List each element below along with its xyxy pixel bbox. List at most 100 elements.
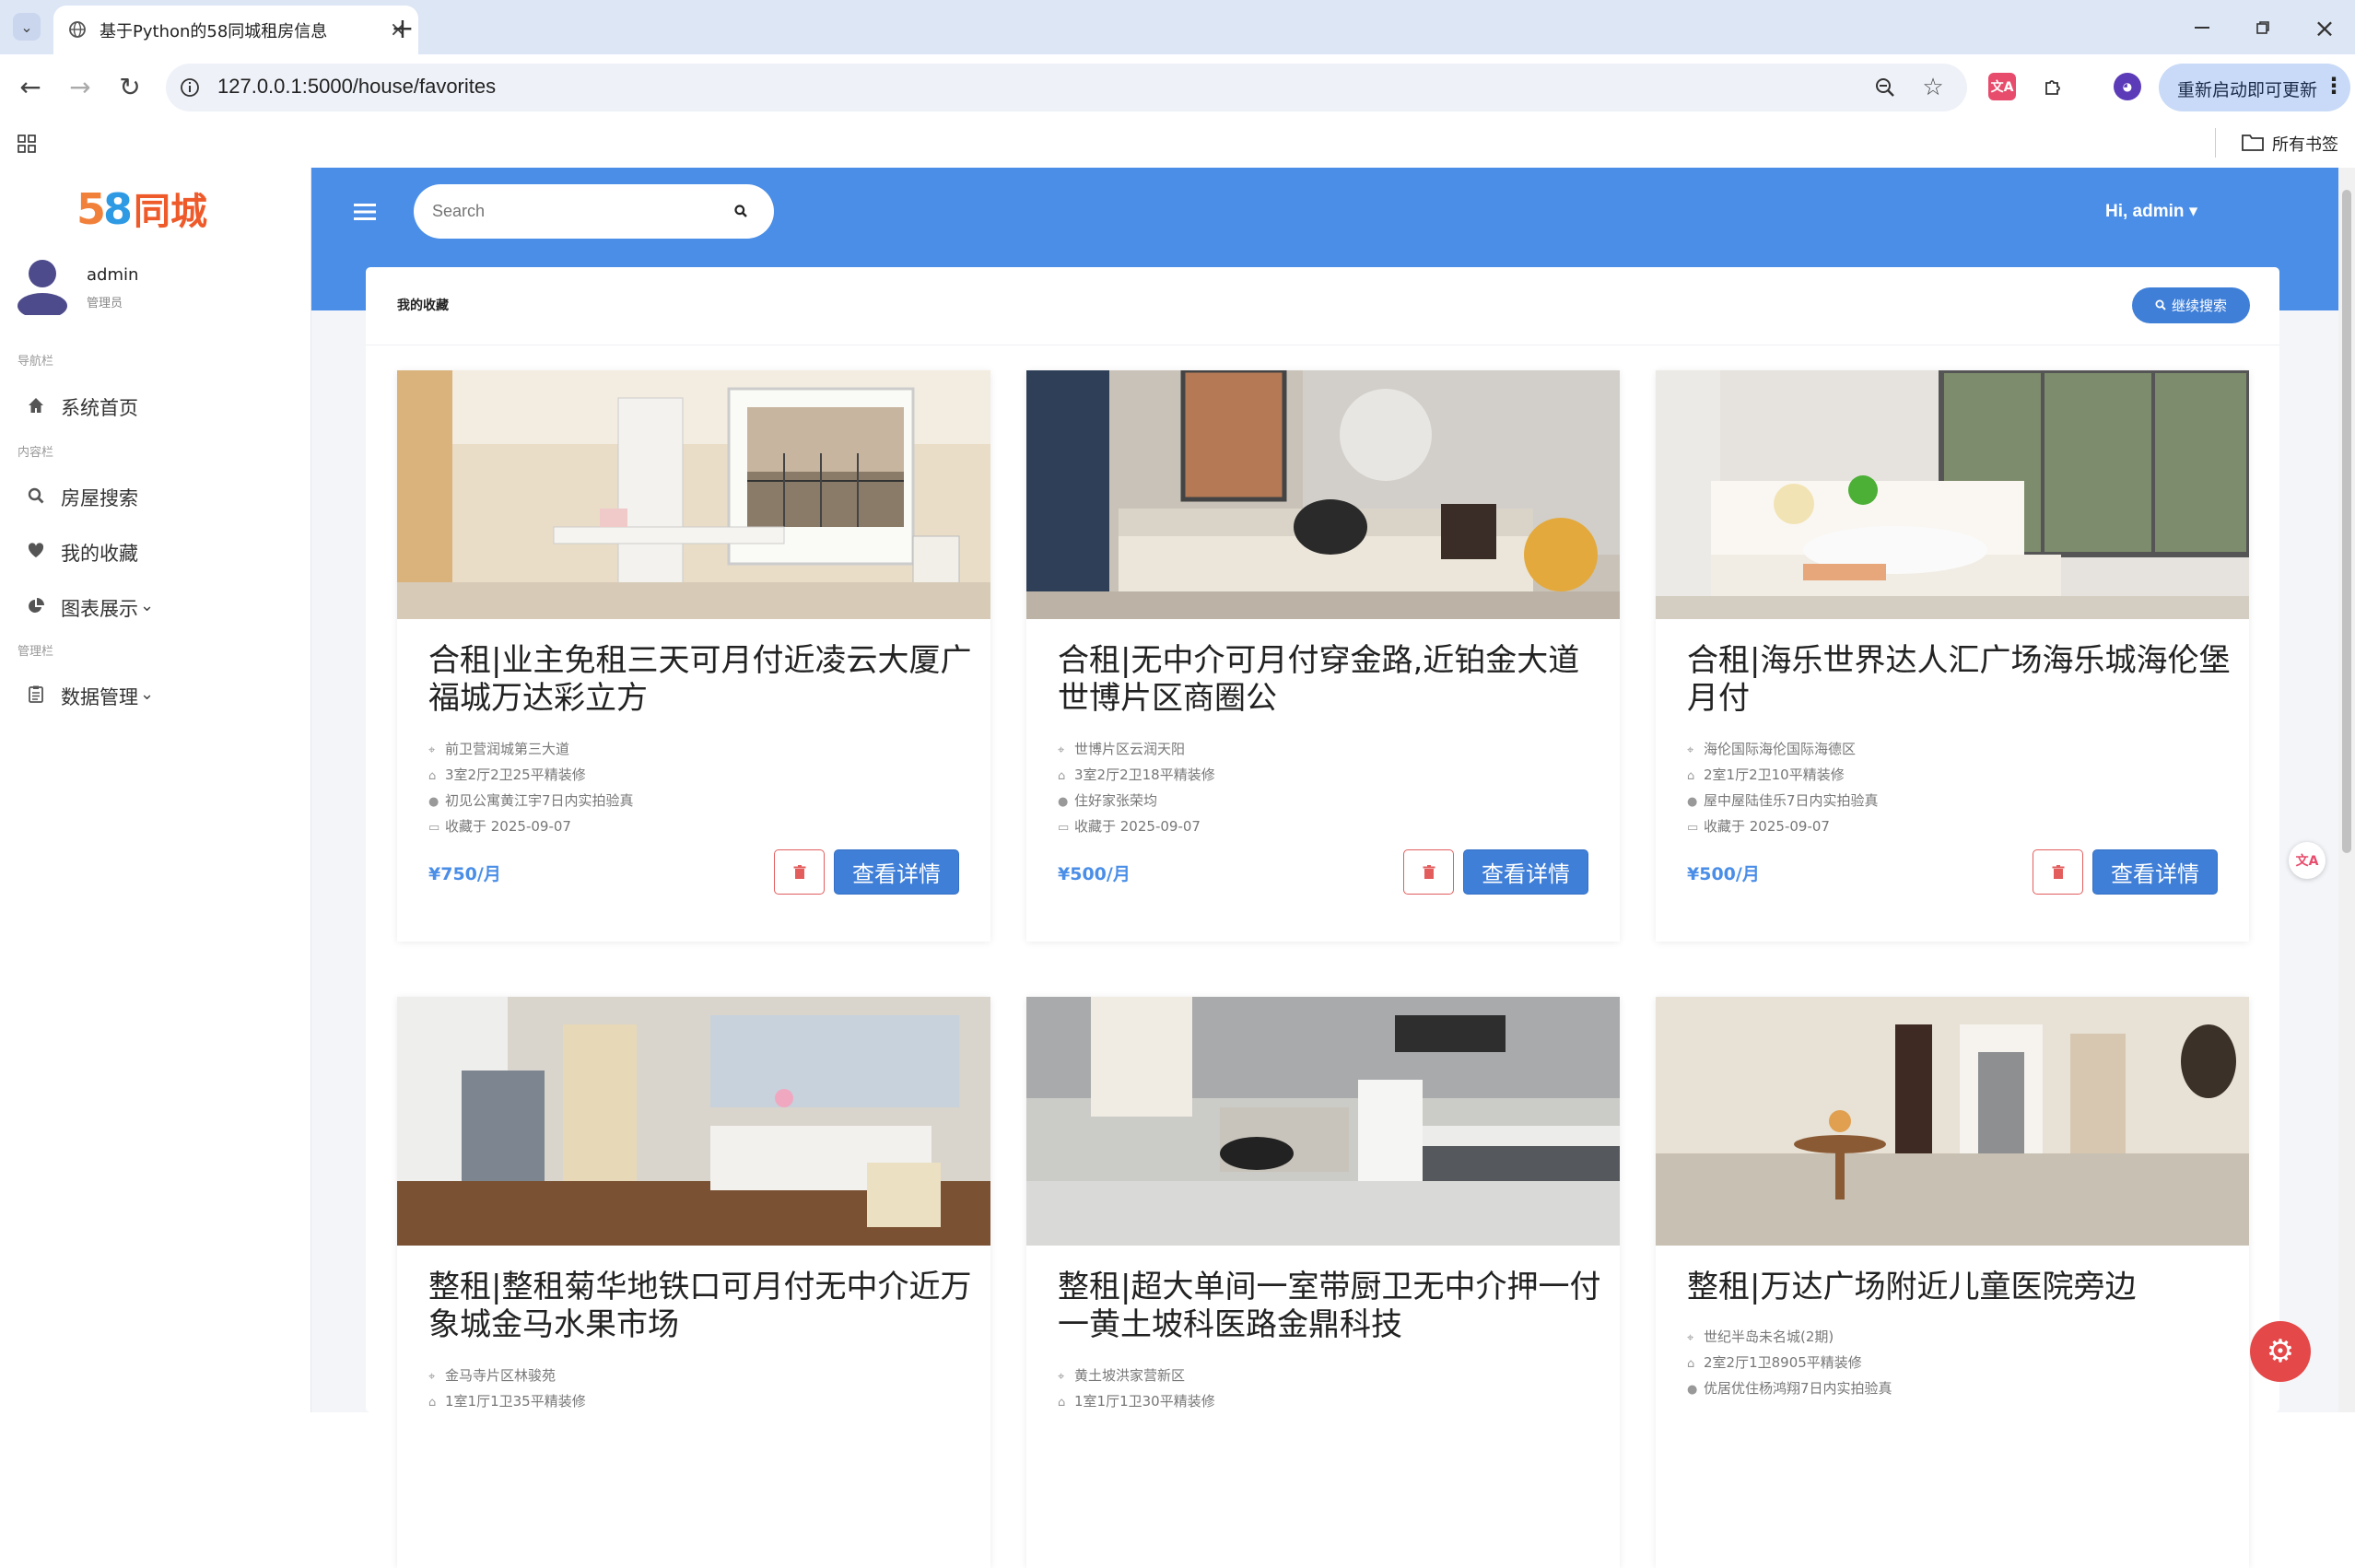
logo[interactable]: 58 同城 bbox=[76, 181, 207, 237]
bookmarks-divider bbox=[2215, 128, 2216, 158]
user-icon: ● bbox=[1687, 795, 1698, 809]
house-layout: ⌂ 1室1厅1卫30平精装修 bbox=[1058, 1391, 1215, 1411]
apps-grid-icon[interactable] bbox=[13, 130, 41, 158]
house-layout: ⌂ 1室1厅1卫35平精装修 bbox=[428, 1391, 586, 1411]
close-window-icon[interactable]: × bbox=[2308, 11, 2341, 44]
back-icon[interactable]: ← bbox=[13, 69, 48, 104]
tab-title: 基于Python的58同城租房信息 bbox=[100, 22, 328, 41]
user-name: admin bbox=[87, 265, 139, 285]
nav-item-home[interactable]: 系统首页 bbox=[26, 389, 138, 426]
scrollbar-track[interactable] bbox=[2338, 168, 2355, 1412]
map-marker-icon: ⌖ bbox=[428, 1370, 436, 1384]
trash-icon bbox=[793, 864, 805, 879]
house-layout: ⌂ 3室2厅2卫25平精装修 bbox=[428, 765, 586, 785]
search-icon[interactable] bbox=[727, 197, 755, 225]
favorites-panel: 我的收藏 继续搜索 合租|业主免租三天可月付近凌云大厦广福城万达彩立方 ⌖ 前卫营 bbox=[366, 267, 2279, 1568]
logo-text: 同城 bbox=[134, 191, 208, 233]
trash-icon bbox=[1423, 864, 1435, 879]
house-title[interactable]: 整租|超大单间一室带厨卫无中介押一付一黄土坡科医路金鼎科技 bbox=[1058, 1269, 1601, 1344]
address-bar[interactable]: 127.0.0.1:5000/house/favorites ☆ bbox=[166, 64, 1967, 111]
map-marker-icon: ⌖ bbox=[1058, 1370, 1065, 1384]
delete-favorite-button[interactable] bbox=[774, 849, 825, 895]
house-card: 整租|整租菊华地铁口可月付无中介近万象城金马水果市场 ⌖ 金马寺片区林骏苑 ⌂ 1室… bbox=[397, 997, 990, 1568]
house-address: ⌖ 世博片区云润天阳 bbox=[1058, 739, 1185, 759]
house-photo[interactable] bbox=[1026, 370, 1620, 619]
house-title[interactable]: 整租|整租菊华地铁口可月付无中介近万象城金马水果市场 bbox=[428, 1269, 972, 1344]
house-price: ¥750/月 bbox=[428, 864, 501, 884]
scrollbar-thumb[interactable] bbox=[2342, 190, 2351, 853]
settings-gear-icon[interactable]: ⚙ bbox=[2250, 1321, 2311, 1382]
house-title[interactable]: 合租|海乐世界达人汇广场海乐城海伦堡月付 bbox=[1687, 642, 2231, 718]
calendar-icon: ▭ bbox=[428, 821, 440, 835]
house-photo[interactable] bbox=[397, 370, 990, 619]
delete-favorite-button[interactable] bbox=[1403, 849, 1454, 895]
map-marker-icon: ⌖ bbox=[1687, 1331, 1694, 1345]
all-bookmarks-label[interactable]: 所有书签 bbox=[2272, 132, 2338, 156]
hamburger-menu-icon[interactable] bbox=[348, 195, 381, 228]
translate-float-icon[interactable]: 文A bbox=[2289, 842, 2326, 879]
view-details-button[interactable]: 查看详情 bbox=[834, 849, 959, 895]
house-saved-date: ▭ 收藏于 2025-09-07 bbox=[1687, 816, 1830, 837]
house-price: ¥500/月 bbox=[1687, 864, 1760, 884]
profile-avatar[interactable]: ◕ bbox=[2114, 73, 2141, 100]
sidebar: 58 同城 admin 管理员 导航栏 系统首页 内容栏 房屋搜索 我的收藏 图… bbox=[0, 168, 311, 1412]
active-tab[interactable]: 基于Python的58同城租房信息 × bbox=[53, 6, 418, 54]
folder-icon bbox=[2239, 128, 2267, 156]
house-title[interactable]: 整租|万达广场附近儿童医院旁边 bbox=[1687, 1269, 2231, 1306]
tab-search-chevron-icon[interactable]: ⌄ bbox=[13, 13, 41, 41]
house-saved-date: ▭ 收藏于 2025-09-07 bbox=[1058, 816, 1201, 837]
home-icon bbox=[26, 397, 46, 418]
chevron-down-icon: ⌄ bbox=[140, 684, 155, 704]
house-title[interactable]: 合租|无中介可月付穿金路,近铂金大道世博片区商圈公 bbox=[1058, 642, 1601, 718]
browser-chrome: ⌄ 基于Python的58同城租房信息 × + × ← → ↻ 127.0.0.… bbox=[0, 0, 2355, 168]
translate-extension-icon[interactable]: 文A bbox=[1988, 73, 2016, 100]
house-agent: ● 初见公寓黄江宇7日内实拍验真 bbox=[428, 790, 634, 811]
bookmarks-bar: 所有书签 bbox=[0, 121, 2355, 168]
house-card: 合租|无中介可月付穿金路,近铂金大道世博片区商圈公 ⌖ 世博片区云润天阳 ⌂ 3室2… bbox=[1026, 370, 1620, 942]
home-icon: ⌂ bbox=[1058, 769, 1066, 783]
view-details-button[interactable]: 查看详情 bbox=[1463, 849, 1588, 895]
user-menu[interactable]: Hi, admin ▾ bbox=[2105, 201, 2197, 222]
nav-item-charts[interactable]: 图表展示 ⌄ bbox=[26, 590, 154, 626]
home-icon: ⌂ bbox=[428, 769, 437, 783]
delete-favorite-button[interactable] bbox=[2033, 849, 2083, 895]
chevron-down-icon: ⌄ bbox=[140, 595, 155, 615]
house-address: ⌖ 黄土坡洪家营新区 bbox=[1058, 1365, 1185, 1386]
search-input[interactable] bbox=[432, 197, 699, 225]
update-button[interactable]: 重新启动即可更新 ⋮ bbox=[2159, 64, 2350, 111]
house-address: ⌖ 金马寺片区林骏苑 bbox=[428, 1365, 556, 1386]
house-address: ⌖ 海伦国际海伦国际海德区 bbox=[1687, 739, 1856, 759]
house-title[interactable]: 合租|业主免租三天可月付近凌云大厦广福城万达彩立方 bbox=[428, 642, 972, 718]
panel-title: 我的收藏 bbox=[397, 298, 449, 313]
bookmark-star-icon[interactable]: ☆ bbox=[1918, 73, 1948, 102]
nav-item-data-management[interactable]: 数据管理 ⌄ bbox=[26, 678, 154, 715]
user-icon: ● bbox=[428, 795, 439, 809]
house-layout: ⌂ 2室2厅1卫8905平精装修 bbox=[1687, 1352, 1862, 1373]
view-details-button[interactable]: 查看详情 bbox=[2092, 849, 2218, 895]
extensions-puzzle-icon[interactable] bbox=[2038, 71, 2069, 102]
trash-icon bbox=[2052, 864, 2064, 879]
site-info-icon[interactable] bbox=[177, 75, 203, 100]
nav-item-favorites[interactable]: 我的收藏 bbox=[26, 534, 138, 571]
house-photo[interactable] bbox=[1656, 997, 2249, 1246]
restore-icon[interactable] bbox=[2246, 11, 2279, 44]
new-tab-button[interactable]: + bbox=[385, 11, 420, 46]
house-photo[interactable] bbox=[1656, 370, 2249, 619]
home-icon: ⌂ bbox=[1687, 1357, 1695, 1371]
continue-search-button[interactable]: 继续搜索 bbox=[2132, 287, 2250, 323]
house-photo[interactable] bbox=[1026, 997, 1620, 1246]
nav-item-house-search[interactable]: 房屋搜索 bbox=[26, 479, 138, 516]
user-role: 管理员 bbox=[87, 297, 123, 310]
house-photo[interactable] bbox=[397, 997, 990, 1246]
minimize-icon[interactable] bbox=[2185, 11, 2219, 44]
house-card: 合租|业主免租三天可月付近凌云大厦广福城万达彩立方 ⌖ 前卫营润城第三大道 ⌂ 3室… bbox=[397, 370, 990, 942]
house-address: ⌖ 世纪半岛未名城(2期) bbox=[1687, 1327, 1834, 1347]
house-card: 合租|海乐世界达人汇广场海乐城海伦堡月付 ⌖ 海伦国际海伦国际海德区 ⌂ 2室1厅2… bbox=[1656, 370, 2249, 942]
url-text[interactable]: 127.0.0.1:5000/house/favorites bbox=[217, 75, 496, 99]
pie-chart-icon bbox=[26, 597, 46, 619]
reload-icon[interactable]: ↻ bbox=[112, 69, 147, 104]
house-layout: ⌂ 3室2厅2卫18平精装修 bbox=[1058, 765, 1215, 785]
zoom-icon[interactable] bbox=[1870, 73, 1900, 102]
calendar-icon: ▭ bbox=[1687, 821, 1699, 835]
forward-icon[interactable]: → bbox=[63, 69, 98, 104]
